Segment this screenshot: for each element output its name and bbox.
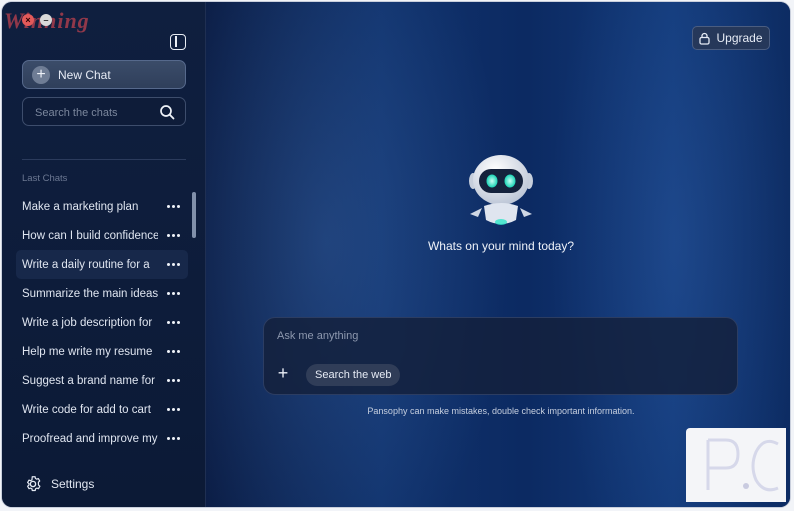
more-options-icon[interactable]	[167, 263, 180, 266]
settings-button[interactable]: Settings	[24, 475, 94, 493]
plus-icon: +	[32, 65, 50, 84]
more-options-icon[interactable]	[167, 350, 180, 353]
pc-logo-icon	[706, 438, 779, 492]
sidebar: Winning × – + New Chat Last Chats Make a…	[2, 2, 206, 507]
chat-item-title: Make a marketing plan	[22, 200, 139, 213]
chat-item[interactable]: Write a daily routine for a	[16, 250, 188, 279]
search-icon[interactable]	[159, 104, 175, 120]
more-options-icon[interactable]	[167, 234, 180, 237]
more-options-icon[interactable]	[167, 321, 180, 324]
chat-item[interactable]: Help me write my resume	[16, 337, 188, 366]
chat-item-title: Summarize the main ideas	[22, 287, 158, 300]
chat-item[interactable]: Suggest a brand name for	[16, 366, 188, 395]
chat-item[interactable]: Summarize the main ideas	[16, 279, 188, 308]
chat-item-title: Help me write my resume	[22, 345, 153, 358]
chat-item-title: Write a job description for	[22, 316, 153, 329]
message-input[interactable]	[275, 328, 719, 350]
more-options-icon[interactable]	[167, 205, 180, 208]
chat-list-scrollbar[interactable]	[192, 192, 196, 238]
new-chat-label: New Chat	[58, 67, 111, 82]
message-composer: + Search the web	[263, 317, 738, 395]
robot-mascot-icon	[469, 155, 533, 225]
more-options-icon[interactable]	[167, 292, 180, 295]
upgrade-label: Upgrade	[716, 31, 763, 45]
chat-list: Make a marketing plan How can I build co…	[16, 192, 188, 453]
chat-item[interactable]: Proofread and improve my	[16, 424, 188, 453]
chat-item-title: Write code for add to cart	[22, 403, 151, 416]
attach-plus-icon[interactable]: +	[276, 364, 290, 382]
more-options-icon[interactable]	[167, 379, 180, 382]
search-chats-input[interactable]	[33, 104, 157, 122]
greeting-text: Whats on your mind today?	[427, 239, 575, 253]
chat-item[interactable]: Write code for add to cart	[16, 395, 188, 424]
new-chat-button[interactable]: + New Chat	[22, 60, 186, 89]
window-minimize-button[interactable]: –	[40, 14, 52, 26]
more-options-icon[interactable]	[167, 437, 180, 440]
chat-item[interactable]: How can I build confidence	[16, 221, 188, 250]
window-close-button[interactable]: ×	[22, 14, 34, 26]
disclaimer-text: Pansophy can make mistakes, double check…	[367, 406, 635, 416]
chat-item-title: Suggest a brand name for	[22, 374, 155, 387]
chat-item-title: How can I build confidence	[22, 229, 158, 242]
search-web-button[interactable]: Search the web	[306, 364, 401, 386]
chat-item-title: Write a daily routine for a	[22, 258, 150, 271]
search-chats-box[interactable]	[22, 97, 186, 126]
lock-icon	[699, 32, 711, 45]
last-chats-heading: Last Chats	[22, 173, 68, 184]
more-options-icon[interactable]	[167, 408, 180, 411]
upgrade-button[interactable]: Upgrade	[692, 26, 770, 50]
corner-logo	[686, 428, 786, 502]
chat-item[interactable]: Make a marketing plan	[16, 192, 188, 221]
settings-label: Settings	[51, 477, 95, 491]
gear-icon	[27, 476, 41, 492]
sidebar-divider	[22, 159, 186, 160]
app-window: Winning × – + New Chat Last Chats Make a…	[2, 2, 790, 507]
chat-item-title: Proofread and improve my	[22, 432, 158, 445]
chat-item[interactable]: Write a job description for	[16, 308, 188, 337]
sidebar-toggle-icon[interactable]	[170, 34, 186, 50]
